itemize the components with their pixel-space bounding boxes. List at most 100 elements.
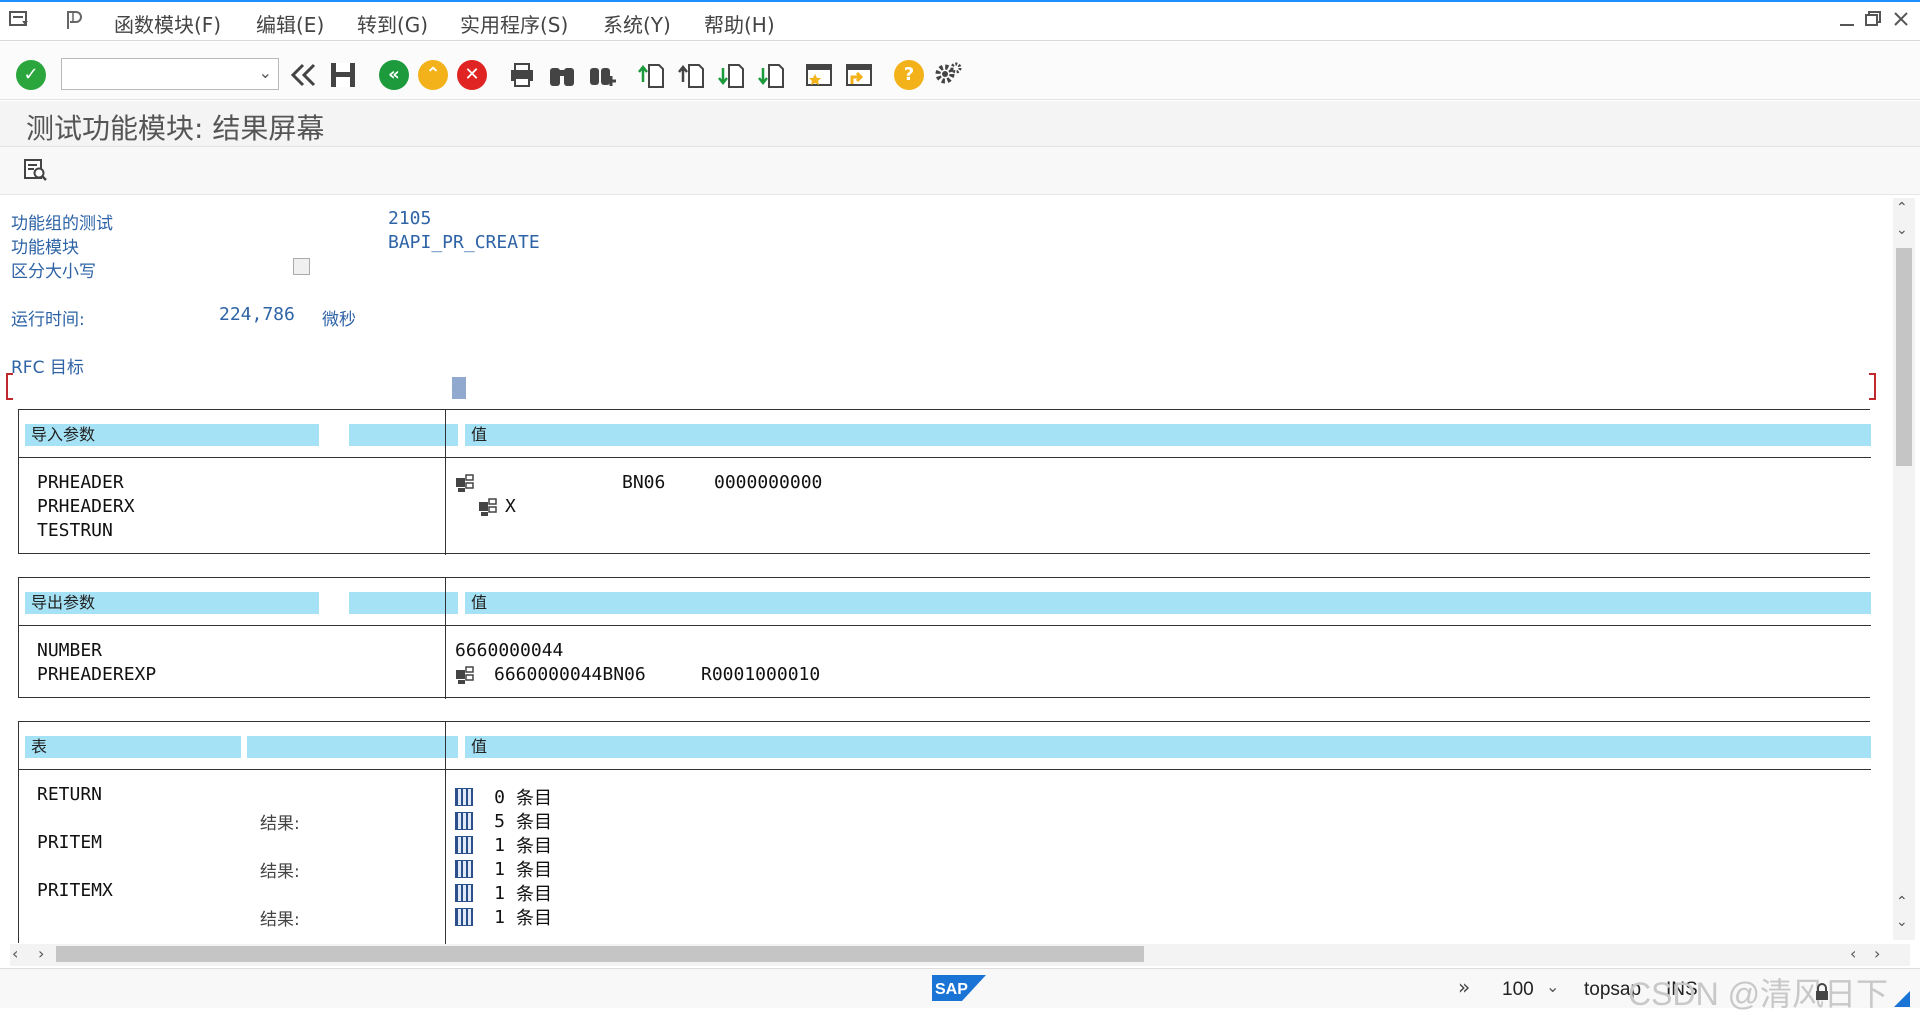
- exit-icon[interactable]: ⌃: [418, 60, 448, 90]
- export-parameters-section: 导出参数 值 NUMBER PRHEADEREXP 6660000044 666…: [18, 577, 1871, 699]
- menu-icon[interactable]: [8, 9, 30, 29]
- table-entry-row[interactable]: 5 条目: [455, 808, 552, 834]
- page-title: 测试功能模块: 结果屏幕: [26, 112, 325, 145]
- structure-icon[interactable]: [455, 473, 474, 492]
- tables-value-header-blank: [583, 736, 1871, 758]
- settings-gear-icon[interactable]: [933, 60, 963, 90]
- create-session-icon[interactable]: [804, 60, 834, 90]
- scroll-up-icon[interactable]: ⌃: [1896, 200, 1908, 216]
- transaction-icon[interactable]: [64, 9, 86, 31]
- resize-grip-icon[interactable]: [1894, 991, 1910, 1011]
- menu-utilities[interactable]: 实用程序(S): [460, 9, 568, 38]
- table-entry-row[interactable]: 1 条目: [455, 904, 552, 930]
- param-prheader: PRHEADER: [37, 472, 124, 493]
- find-icon[interactable]: [547, 60, 577, 90]
- menubar: 函数模块(F) 编辑(E) 转到(G) 实用程序(S) 系统(Y) 帮助(H): [0, 0, 1920, 41]
- help-icon[interactable]: ?: [894, 60, 924, 90]
- prheader-value-2: 0000000000: [714, 472, 823, 493]
- param-testrun: TESTRUN: [37, 520, 113, 541]
- previous-page-icon[interactable]: [677, 60, 707, 90]
- table-icon[interactable]: [455, 908, 473, 926]
- scroll-right-icon[interactable]: ›: [1874, 944, 1880, 963]
- command-field[interactable]: ⌄: [61, 58, 279, 90]
- menu-help[interactable]: 帮助(H): [704, 9, 775, 38]
- entry-label: 条目: [516, 908, 553, 929]
- status-bar: SAP » 100 ⌄ topsap INS CSDN @清风日下: [0, 968, 1920, 1012]
- import-header-blank: [349, 424, 458, 446]
- application-toolbar: [0, 147, 1920, 195]
- table-icon[interactable]: [455, 860, 473, 878]
- scroll-left-icon[interactable]: ‹: [1850, 944, 1856, 963]
- table-pritem: PRITEM: [37, 832, 103, 853]
- sap-logo: SAP: [932, 975, 986, 1001]
- scroll-left-icon[interactable]: ‹: [12, 944, 18, 963]
- table-entry-row[interactable]: 0 条目: [455, 784, 552, 810]
- case-sensitive-checkbox[interactable]: [293, 258, 310, 275]
- scroll-up-icon[interactable]: ⌃: [1896, 894, 1908, 910]
- entry-count: 1: [494, 882, 505, 904]
- structure-icon[interactable]: [455, 665, 474, 684]
- import-value-header-blank: [583, 424, 1871, 446]
- entry-label: 条目: [516, 860, 553, 881]
- minimize-icon[interactable]: [1838, 10, 1856, 33]
- function-group-value: 2105: [388, 208, 432, 229]
- entry-label: 条目: [516, 812, 553, 833]
- watermark: CSDN @清风日下: [1628, 976, 1889, 1012]
- print-icon[interactable]: [507, 60, 537, 90]
- entry-label: 条目: [516, 836, 553, 857]
- tables-value-header: 值: [465, 736, 586, 758]
- shortcut-icon[interactable]: [844, 60, 874, 90]
- svg-text:SAP: SAP: [935, 981, 968, 998]
- find-next-icon[interactable]: [587, 60, 617, 90]
- result-label: 结果:: [260, 910, 300, 930]
- structure-icon[interactable]: [478, 497, 497, 516]
- cancel-icon[interactable]: ✕: [457, 60, 487, 90]
- first-page-icon[interactable]: [637, 60, 667, 90]
- table-icon[interactable]: [455, 836, 473, 854]
- table-entry-row[interactable]: 1 条目: [455, 832, 552, 858]
- chevron-down-icon[interactable]: ⌄: [259, 63, 272, 82]
- number-value: 6660000044: [455, 640, 564, 661]
- function-module-value: BAPI_PR_CREATE: [388, 232, 540, 253]
- table-pritemx: PRITEMX: [37, 880, 113, 901]
- menu-function-module[interactable]: 函数模块(F): [114, 9, 221, 38]
- vertical-scroll-thumb[interactable]: [1896, 248, 1912, 466]
- table-icon[interactable]: [455, 788, 473, 806]
- lock-icon: [1814, 983, 1830, 1005]
- table-icon[interactable]: [455, 884, 473, 902]
- scroll-down-icon[interactable]: ⌄: [1896, 222, 1908, 238]
- table-entry-row[interactable]: 1 条目: [455, 880, 552, 906]
- restore-icon[interactable]: [1864, 10, 1882, 33]
- entry-count: 5: [494, 810, 505, 832]
- entry-count: 1: [494, 858, 505, 880]
- prheaderx-value: X: [505, 496, 516, 517]
- save-icon[interactable]: [328, 60, 358, 90]
- corner-marker-right: [1868, 373, 1876, 400]
- close-window-icon[interactable]: [1892, 10, 1910, 33]
- chevron-down-icon[interactable]: ⌄: [1546, 977, 1559, 996]
- export-header-blank: [349, 592, 458, 614]
- debug-icon[interactable]: [22, 157, 48, 183]
- back-icon[interactable]: «: [379, 60, 409, 90]
- next-page-icon[interactable]: [717, 60, 747, 90]
- table-entry-row[interactable]: 1 条目: [455, 856, 552, 882]
- menu-edit[interactable]: 编辑(E): [256, 9, 324, 38]
- runtime-unit: 微秒: [322, 310, 356, 330]
- table-icon[interactable]: [455, 812, 473, 830]
- tables-section: 表 值 RETURN 结果: PRITEM 结果: PRITEMX 结果: 0 …: [18, 721, 1871, 944]
- scroll-right-icon[interactable]: ›: [38, 944, 44, 963]
- enter-check-icon[interactable]: ✓: [16, 60, 46, 90]
- horizontal-scroll-thumb[interactable]: [56, 946, 1144, 962]
- last-page-icon[interactable]: [757, 60, 787, 90]
- tables-header: 表: [25, 736, 241, 758]
- zoom-value[interactable]: 100: [1502, 979, 1534, 1001]
- param-number: NUMBER: [37, 640, 103, 661]
- menu-system[interactable]: 系统(Y): [603, 9, 671, 38]
- menu-goto[interactable]: 转到(G): [357, 9, 428, 38]
- scroll-down-icon[interactable]: ⌄: [1896, 914, 1908, 930]
- entry-label: 条目: [516, 788, 553, 809]
- double-chevron-left-icon[interactable]: [288, 60, 318, 90]
- double-chevron-right-icon[interactable]: »: [1458, 975, 1470, 999]
- entry-count: 0: [494, 786, 505, 808]
- import-header: 导入参数: [25, 424, 319, 446]
